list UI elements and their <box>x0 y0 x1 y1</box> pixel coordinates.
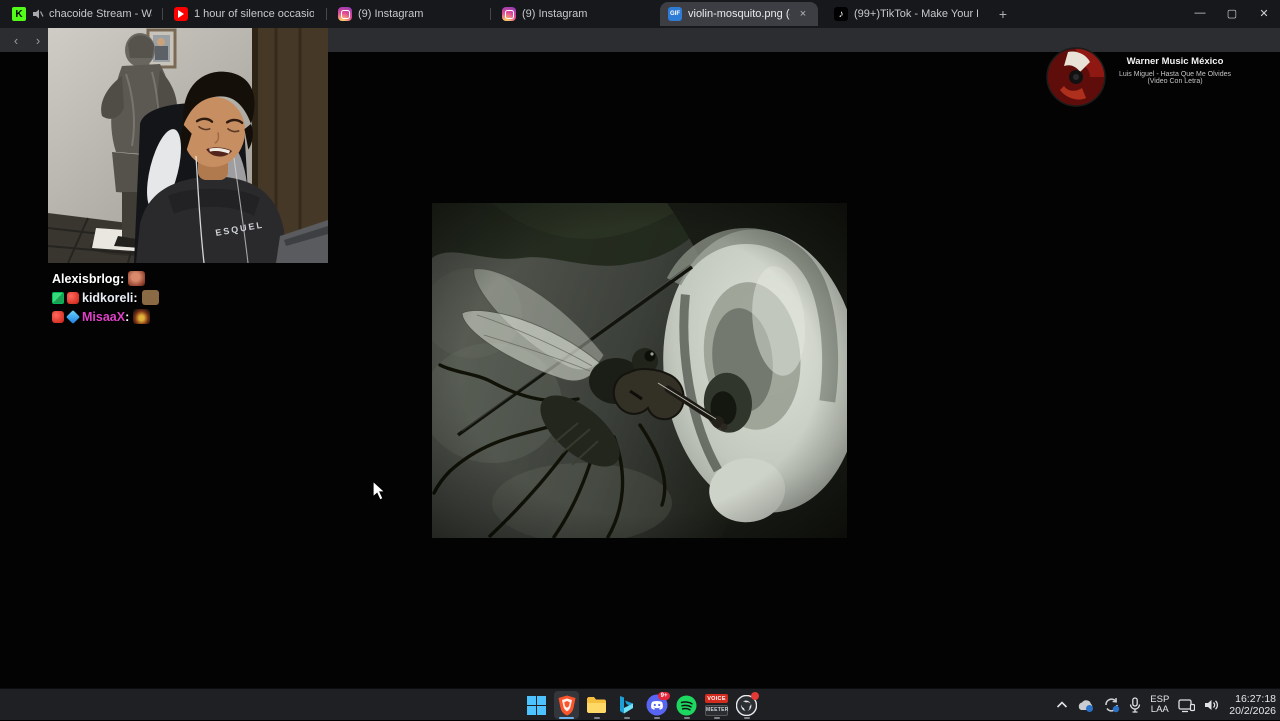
tray-app-icon[interactable] <box>1077 698 1094 713</box>
chat-emote-meme-face <box>128 271 146 286</box>
violin-mosquito-image[interactable] <box>432 203 847 538</box>
tray-network-icon[interactable] <box>1178 698 1196 713</box>
tab-active-violin-mosquito[interactable]: GIF violin-mosquito.png (498×405) × <box>660 2 818 26</box>
chat-message: kidkoreli: <box>52 288 159 307</box>
tab-title: violin-mosquito.png (498×405) <box>688 8 790 20</box>
tab-youtube[interactable]: 1 hour of silence occasionally broken <box>166 2 322 26</box>
back-button[interactable]: ‹ <box>6 31 26 49</box>
taskbar-obs-button[interactable] <box>734 691 759 719</box>
spotify-icon <box>676 695 697 715</box>
tab-separator <box>490 8 491 20</box>
chat-username: kidkoreli <box>82 290 134 305</box>
tab-separator <box>162 8 163 20</box>
tab-kick-stream[interactable]: K chacoide Stream - Watch Live on <box>4 2 160 26</box>
clock-date: 20/2/2026 <box>1229 705 1276 717</box>
windows-logo-icon <box>527 695 546 715</box>
gift-badge-icon <box>67 291 79 304</box>
language-indicator[interactable]: ESP LAA <box>1150 695 1169 715</box>
window-close-button[interactable]: ✕ <box>1248 0 1280 26</box>
mouse-cursor <box>372 480 387 501</box>
tab-title: (9) Instagram <box>522 8 588 20</box>
instagram-icon <box>338 7 352 21</box>
youtube-icon <box>174 7 188 21</box>
chat-username: MisaaX <box>82 309 126 324</box>
system-tray: ESP LAA 16:27:18 20/2/2026 <box>1056 689 1276 721</box>
tab-title: chacoide Stream - Watch Live on <box>49 8 152 20</box>
album-art-disc <box>1046 47 1106 107</box>
music-channel-name: Warner Music México <box>1126 56 1224 67</box>
tray-volume-icon[interactable] <box>1204 698 1220 712</box>
gift-badge-icon <box>52 310 64 323</box>
chat-username: Alexisbrlog <box>52 271 121 286</box>
tab-title: (99+)TikTok - Make Your Day <box>854 8 978 20</box>
tab-separator <box>326 8 327 20</box>
clock-time: 16:27:18 <box>1235 693 1276 705</box>
stream-chat: Alexisbrlog: kidkoreli: MisaaX: <box>52 269 159 326</box>
tab-muted-icon[interactable] <box>32 8 44 20</box>
tiktok-icon: ♪ <box>834 7 848 21</box>
taskbar-brave-button[interactable] <box>554 691 579 719</box>
tab-tiktok[interactable]: ♪ (99+)TikTok - Make Your Day <box>826 2 986 26</box>
tab-instagram-1[interactable]: (9) Instagram <box>330 2 486 26</box>
voicemeeter-icon: VOICE MEETER <box>705 694 728 716</box>
instagram-icon <box>502 7 516 21</box>
chat-message: MisaaX: <box>52 307 159 326</box>
chat-emote-cat <box>141 290 159 305</box>
start-button[interactable] <box>524 691 549 719</box>
tab-close-icon[interactable]: × <box>796 7 810 21</box>
window-minimize-button[interactable]: — <box>1184 0 1216 26</box>
taskbar-spotify-button[interactable] <box>674 691 699 719</box>
tray-chevron-icon[interactable] <box>1056 701 1068 709</box>
taskbar-voicemeeter-button[interactable]: VOICE MEETER <box>704 691 729 719</box>
window-maximize-button[interactable]: ▢ <box>1216 0 1248 26</box>
tab-instagram-2[interactable]: (9) Instagram <box>494 2 650 26</box>
taskbar-file-explorer-button[interactable] <box>584 691 609 719</box>
webcam-overlay: ESQUEL <box>48 28 328 263</box>
windows-taskbar: 9+ VOICE MEETER ESP LAA 16:27:18 20/2/20… <box>0 688 1280 720</box>
kick-icon: K <box>12 7 26 21</box>
forward-button[interactable]: › <box>28 31 48 49</box>
chat-emote-dark-cat <box>133 309 151 324</box>
diamond-badge-icon <box>66 309 80 324</box>
taskbar-bing-button[interactable] <box>614 691 639 719</box>
browser-tab-bar: K chacoide Stream - Watch Live on 1 hour… <box>0 0 1280 28</box>
gif-file-icon: GIF <box>668 7 682 21</box>
music-track-subtitle: (Video Con Letra) <box>1147 78 1203 85</box>
chat-message: Alexisbrlog: <box>52 269 159 288</box>
brave-icon <box>558 695 575 715</box>
tab-title: 1 hour of silence occasionally broken <box>194 8 314 20</box>
taskbar-discord-button[interactable]: 9+ <box>644 691 670 719</box>
tab-title: (9) Instagram <box>358 8 424 20</box>
music-track-title: Luis Miguel - Hasta Que Me Olvides <box>1118 71 1232 78</box>
discord-notification-badge: 9+ <box>658 692 670 700</box>
obs-recording-badge <box>751 692 759 700</box>
tray-microphone-icon[interactable] <box>1129 697 1141 713</box>
file-explorer-icon <box>587 697 606 713</box>
taskbar-clock[interactable]: 16:27:18 20/2/2026 <box>1229 693 1276 717</box>
now-playing-widget: Warner Music México Luis Miguel - Hasta … <box>1046 46 1239 107</box>
new-tab-button[interactable]: + <box>994 5 1012 23</box>
tray-sync-icon[interactable] <box>1103 697 1120 713</box>
sub-badge-icon <box>52 291 64 304</box>
bing-icon <box>620 696 633 714</box>
